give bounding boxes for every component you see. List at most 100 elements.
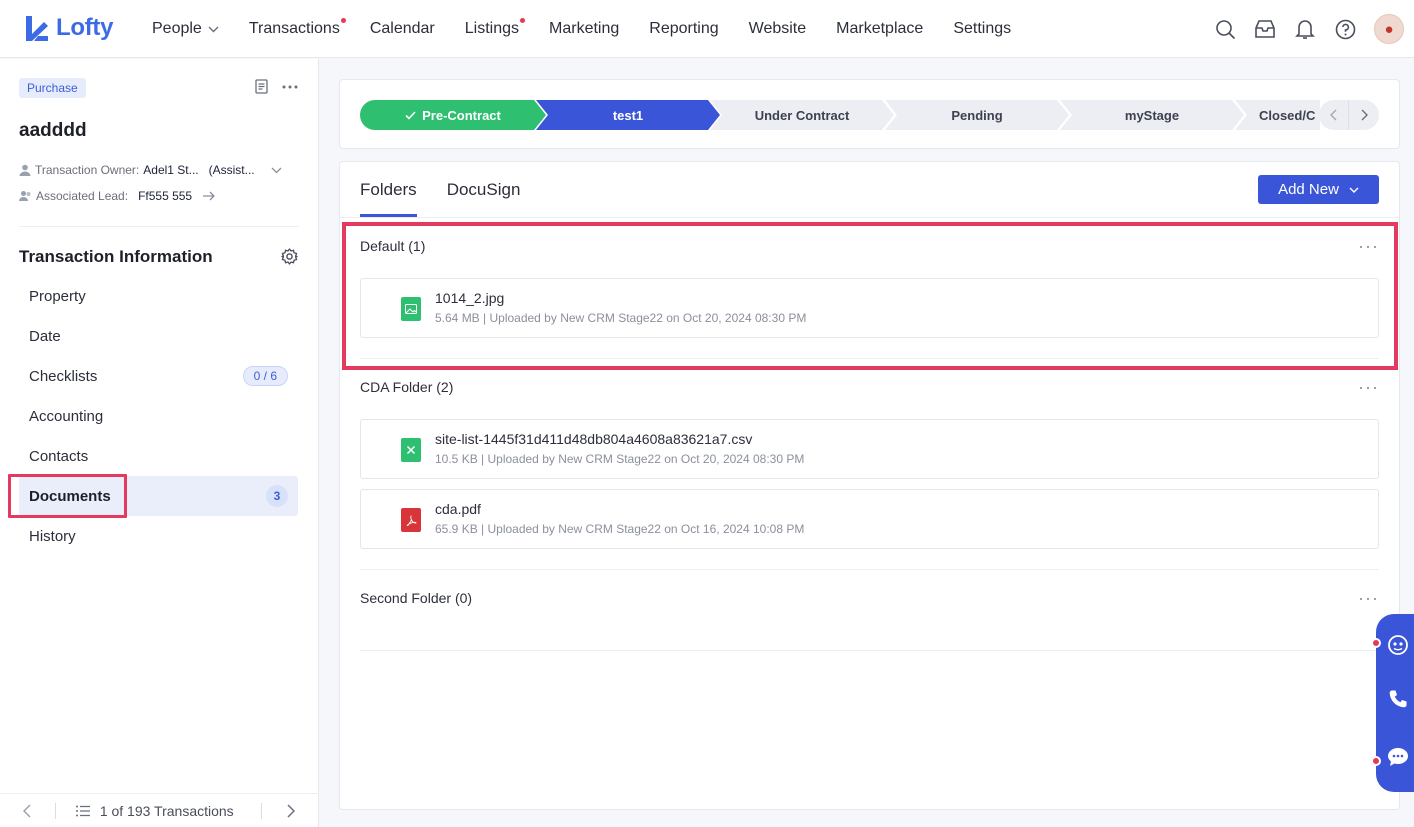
- chevron-down-icon: [1349, 187, 1359, 193]
- owner-label: Transaction Owner:: [35, 163, 140, 177]
- next-transaction-button[interactable]: [262, 803, 319, 818]
- arrow-right-icon: [203, 191, 216, 201]
- stage-test1[interactable]: test1: [536, 100, 720, 130]
- folder-header-second: Second Folder (0) ···: [360, 589, 1379, 607]
- stage-pending[interactable]: Pending: [885, 100, 1069, 130]
- menu-item-contacts[interactable]: Contacts: [19, 436, 298, 476]
- nav-calendar[interactable]: Calendar: [370, 20, 435, 38]
- lofty-logo[interactable]: Lofty: [24, 14, 113, 42]
- nav-settings[interactable]: Settings: [953, 20, 1011, 38]
- default-folder-highlight-box: [342, 222, 1398, 370]
- search-icon[interactable]: [1214, 18, 1236, 40]
- nav-listings[interactable]: Listings: [464, 18, 526, 38]
- sidebar-actions: [255, 79, 298, 94]
- file-meta: 10.5 KB | Uploaded by New CRM Stage22 on…: [435, 452, 805, 466]
- nav-marketplace[interactable]: Marketplace: [836, 20, 923, 38]
- stage-pre-contract[interactable]: Pre-Contract: [360, 100, 546, 130]
- folder-title[interactable]: CDA Folder (2): [360, 379, 453, 395]
- transaction-name: aadddd: [19, 120, 87, 141]
- documents-tabs: Folders DocuSign: [360, 162, 520, 217]
- lofty-logo-icon: [26, 16, 48, 41]
- menu-label: Date: [29, 327, 61, 345]
- spreadsheet-file-icon: [401, 438, 421, 462]
- menu-label: History: [29, 527, 76, 545]
- menu-item-checklists[interactable]: Checklists 0 / 6: [19, 356, 298, 396]
- stage-next-button[interactable]: [1349, 100, 1379, 130]
- divider: [19, 226, 299, 227]
- stage-label: Pre-Contract: [422, 107, 501, 123]
- stage-label: myStage: [1124, 107, 1180, 123]
- file-row[interactable]: cda.pdf 65.9 KB | Uploaded by New CRM St…: [360, 489, 1379, 549]
- bell-icon[interactable]: [1294, 18, 1316, 40]
- nav-transactions[interactable]: Transactions: [248, 18, 346, 38]
- stage-mystage[interactable]: myStage: [1060, 100, 1244, 130]
- notification-dot: [1371, 756, 1381, 766]
- menu-label: Property: [29, 287, 86, 305]
- file-row[interactable]: site-list-1445f31d411d48db804a4608a83621…: [360, 419, 1379, 479]
- people-icon: [19, 191, 31, 201]
- chevron-down-icon: [208, 26, 219, 32]
- menu-item-accounting[interactable]: Accounting: [19, 396, 298, 436]
- associated-lead-row[interactable]: Associated Lead: Ff555 555: [19, 189, 216, 203]
- menu-item-property[interactable]: Property: [19, 276, 298, 316]
- stage-label: test1: [612, 107, 644, 123]
- transaction-list-toggle[interactable]: 1 of 193 Transactions: [75, 803, 261, 819]
- nav-website[interactable]: Website: [749, 20, 807, 38]
- folder-more-icon[interactable]: ···: [1358, 378, 1379, 396]
- divider: [360, 569, 1379, 570]
- file-name[interactable]: cda.pdf: [435, 501, 481, 517]
- folder-more-icon[interactable]: ···: [1358, 589, 1379, 607]
- menu-item-history[interactable]: History: [19, 516, 298, 556]
- list-icon: [75, 805, 90, 816]
- nav-label: Marketing: [549, 20, 620, 37]
- assistant-icon[interactable]: [1386, 633, 1410, 657]
- stage-progress-card: Pre-Contract test1 Under Contract Pendin…: [339, 79, 1400, 149]
- stage-closed[interactable]: Closed/C: [1235, 100, 1320, 130]
- stage-label: Under Contract: [754, 107, 850, 123]
- help-icon[interactable]: [1334, 18, 1356, 40]
- nav-label: Marketplace: [836, 20, 924, 37]
- lead-label: Associated Lead:: [36, 189, 129, 203]
- gear-icon[interactable]: [281, 248, 298, 265]
- file-name[interactable]: site-list-1445f31d411d48db804a4608a83621…: [435, 431, 752, 447]
- file-meta: 65.9 KB | Uploaded by New CRM Stage22 on…: [435, 522, 805, 536]
- stage-scroll-controls: [1319, 100, 1379, 130]
- tab-docusign[interactable]: DocuSign: [447, 162, 521, 217]
- nav-label: Transactions: [248, 20, 340, 37]
- transaction-sidebar: Purchase aadddd Transaction Owner: Adel1…: [0, 59, 319, 827]
- chevron-right-icon: [1361, 109, 1368, 121]
- pdf-file-icon: [401, 508, 421, 532]
- prev-transaction-button[interactable]: [0, 803, 55, 818]
- folder-title[interactable]: Second Folder (0): [360, 590, 472, 606]
- transaction-owner-row[interactable]: Transaction Owner: Adel1 St... (Assist..…: [19, 163, 282, 177]
- chevron-left-icon: [1330, 109, 1337, 121]
- nav-marketing[interactable]: Marketing: [549, 20, 619, 38]
- menu-label: Contacts: [29, 447, 89, 465]
- transaction-type-tag: Purchase: [19, 78, 86, 98]
- divider: [360, 650, 1379, 651]
- notification-dot: [520, 18, 526, 23]
- inbox-icon[interactable]: [1254, 18, 1276, 40]
- more-icon[interactable]: [282, 85, 298, 89]
- stage-prev-button[interactable]: [1319, 100, 1349, 130]
- tab-folders[interactable]: Folders: [360, 162, 417, 217]
- chevron-down-icon: [271, 167, 282, 173]
- notification-dot: [340, 18, 346, 23]
- check-icon: [405, 111, 416, 120]
- checklist-progress-badge: 0 / 6: [242, 366, 288, 386]
- brand-name: Lofty: [56, 14, 114, 41]
- stage-under-contract[interactable]: Under Contract: [710, 100, 894, 130]
- notes-icon[interactable]: [255, 79, 268, 94]
- add-new-label: Add New: [1278, 181, 1339, 198]
- notification-dot: [1371, 638, 1381, 648]
- nav-reporting[interactable]: Reporting: [649, 20, 718, 38]
- menu-item-date[interactable]: Date: [19, 316, 298, 356]
- add-new-button[interactable]: Add New: [1258, 175, 1379, 204]
- main-nav: People Transactions Calendar Listings Ma…: [152, 0, 1041, 58]
- nav-people[interactable]: People: [152, 20, 219, 38]
- nav-label: Listings: [464, 20, 520, 37]
- avatar[interactable]: ●: [1374, 14, 1404, 44]
- phone-icon[interactable]: [1386, 687, 1410, 711]
- transaction-pager: 1 of 193 Transactions: [0, 793, 319, 827]
- chat-icon[interactable]: [1386, 745, 1410, 769]
